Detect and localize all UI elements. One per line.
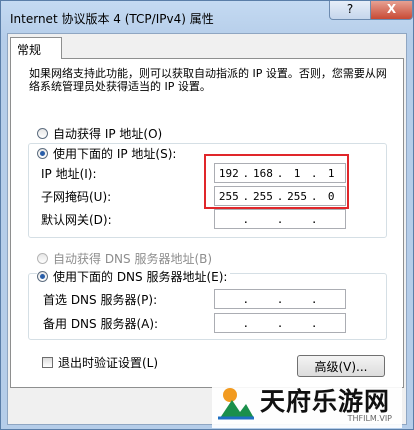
radio-auto-ip-indicator[interactable] — [37, 128, 48, 139]
gateway-field[interactable]: . . . — [214, 209, 346, 229]
title-bar: Internet 协议版本 4 (TCP/IPv4) 属性 ? X — [1, 1, 413, 31]
ip-dot: . — [310, 316, 318, 330]
alternate-dns-field[interactable]: . . . — [214, 313, 346, 333]
ip-dot: . — [276, 292, 284, 306]
radio-auto-ip[interactable]: 自动获得 IP 地址(O) — [37, 125, 162, 142]
validate-checkbox-label: 退出时验证设置(L) — [58, 356, 159, 370]
close-button[interactable]: X — [370, 1, 413, 20]
ip-dot: . — [276, 212, 284, 226]
intro-text: 如果网络支持此功能，则可以获取自动指派的 IP 设置。否则，您需要从网络系统管理… — [29, 67, 387, 93]
ip-dot: . — [276, 316, 284, 330]
alternate-dns-label: 备用 DNS 服务器(A): — [43, 317, 159, 331]
watermark-site: THFILM.VIP — [347, 414, 392, 423]
watermark: 天府乐游网 THFILM.VIP — [212, 380, 402, 428]
preferred-dns-field[interactable]: . . . — [214, 289, 346, 309]
subnet-mask-label: 子网掩码(U): — [41, 190, 112, 204]
ip-address-label: IP 地址(I): — [41, 167, 97, 181]
radio-manual-ip-label: 使用下面的 IP 地址(S): — [53, 147, 177, 161]
ip-dot: . — [310, 212, 318, 226]
ip-dot: . — [242, 316, 250, 330]
radio-auto-dns-indicator[interactable] — [37, 253, 48, 264]
radio-manual-ip[interactable]: 使用下面的 IP 地址(S): — [37, 145, 180, 162]
ip-dot: . — [242, 292, 250, 306]
red-highlight-box — [204, 154, 349, 209]
watermark-logo-icon — [218, 388, 254, 420]
radio-manual-dns[interactable]: 使用下面的 DNS 服务器地址(E): — [37, 268, 231, 285]
radio-manual-ip-indicator[interactable] — [37, 148, 48, 159]
window-title: Internet 协议版本 4 (TCP/IPv4) 属性 — [10, 12, 214, 26]
advanced-button[interactable]: 高级(V)... — [297, 355, 385, 377]
radio-auto-ip-label: 自动获得 IP 地址(O) — [53, 127, 163, 141]
radio-auto-dns-label: 自动获得 DNS 服务器地址(B) — [53, 252, 213, 266]
watermark-name: 天府乐游网 — [260, 387, 391, 416]
radio-manual-dns-label: 使用下面的 DNS 服务器地址(E): — [53, 270, 228, 284]
validate-settings-checkbox[interactable]: 退出时验证设置(L) — [42, 354, 158, 371]
tab-general[interactable]: 常规 — [10, 37, 62, 59]
ip-dot: . — [242, 212, 250, 226]
gateway-label: 默认网关(D): — [41, 213, 112, 227]
radio-manual-dns-indicator[interactable] — [37, 271, 48, 282]
help-button[interactable]: ? — [329, 1, 371, 20]
radio-auto-dns[interactable]: 自动获得 DNS 服务器地址(B) — [37, 250, 212, 267]
validate-checkbox-box[interactable] — [42, 357, 53, 368]
preferred-dns-label: 首选 DNS 服务器(P): — [43, 293, 158, 307]
ip-dot: . — [310, 292, 318, 306]
